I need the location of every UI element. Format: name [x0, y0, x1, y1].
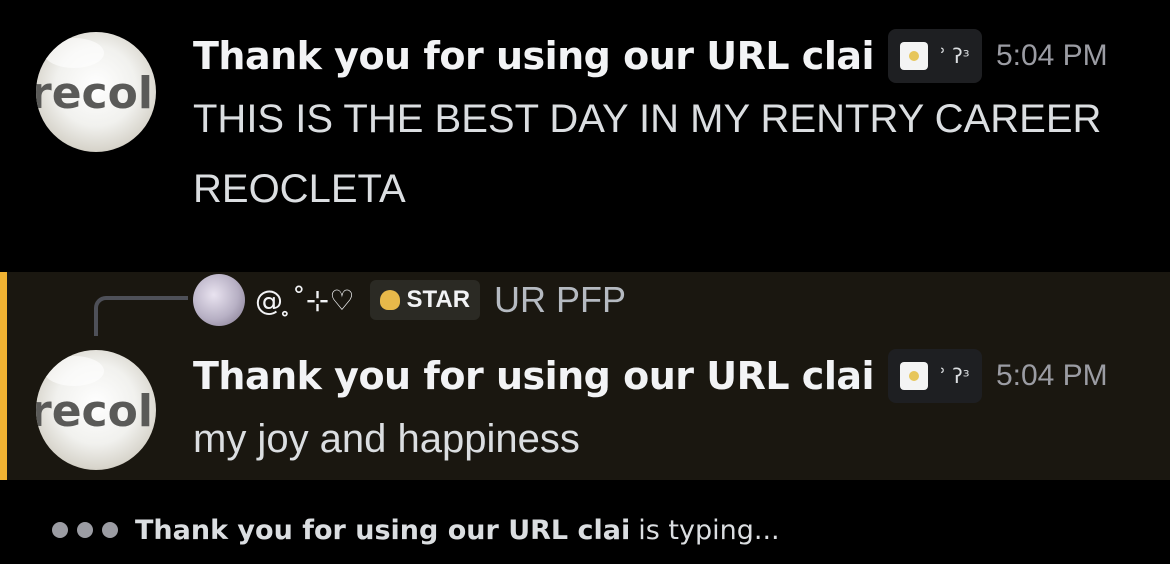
- avatar-text: recol: [36, 386, 153, 437]
- typing-dots-icon: [52, 522, 68, 538]
- typing-indicator: Thank you for using our URL clai is typi…: [52, 505, 780, 555]
- timestamp[interactable]: 5:04 PM: [996, 359, 1108, 393]
- message-header: Thank you for using our URL clai ʾ ʔ​ᶟ 5…: [193, 29, 1108, 83]
- reply-reference[interactable]: @ ̥˚⊹♡ STAR UR PFP: [193, 272, 626, 328]
- server-tag-text: ʾ ʔ​ᶟ: [940, 364, 970, 388]
- server-tag-text: ʾ ʔ​ᶟ: [940, 44, 970, 68]
- reply-badge-label: STAR: [406, 286, 471, 313]
- message-content: my joy and happiness: [193, 404, 580, 474]
- typing-suffix: is typing...: [638, 514, 780, 546]
- server-tag[interactable]: ʾ ʔ​ᶟ: [888, 349, 982, 403]
- avatar[interactable]: recol: [36, 350, 156, 470]
- flower-icon: [900, 42, 929, 70]
- avatar-text: recol: [36, 68, 153, 119]
- reply-avatar[interactable]: [193, 274, 245, 326]
- reply-spine: [94, 296, 188, 336]
- username[interactable]: Thank you for using our URL clai: [193, 34, 875, 78]
- message-header: Thank you for using our URL clai ʾ ʔ​ᶟ 5…: [193, 349, 1108, 403]
- mention-highlight-bar: [0, 272, 7, 480]
- message-line: THIS IS THE BEST DAY IN MY RENTRY CAREER: [193, 97, 1102, 141]
- flame-icon: [380, 290, 401, 310]
- typing-dots-icon: [102, 522, 118, 538]
- timestamp[interactable]: 5:04 PM: [996, 39, 1108, 73]
- message-content: THIS IS THE BEST DAY IN MY RENTRY CAREER…: [193, 84, 1153, 224]
- message-line: REOCLETA: [193, 167, 406, 211]
- reply-author[interactable]: @ ̥˚⊹♡: [255, 284, 354, 317]
- reply-badge[interactable]: STAR: [370, 280, 481, 320]
- avatar-glow: [44, 356, 104, 386]
- reply-content[interactable]: UR PFP: [494, 279, 626, 321]
- avatar[interactable]: recol: [36, 32, 156, 152]
- typing-dots-icon: [77, 522, 93, 538]
- avatar-glow: [44, 38, 104, 68]
- server-tag[interactable]: ʾ ʔ​ᶟ: [888, 29, 982, 83]
- flower-icon: [900, 362, 929, 390]
- message-1[interactable]: recol Thank you for using our URL clai ʾ…: [0, 0, 1170, 272]
- username[interactable]: Thank you for using our URL clai: [193, 354, 875, 398]
- typing-user: Thank you for using our URL clai: [135, 514, 631, 546]
- message-line: my joy and happiness: [193, 417, 580, 461]
